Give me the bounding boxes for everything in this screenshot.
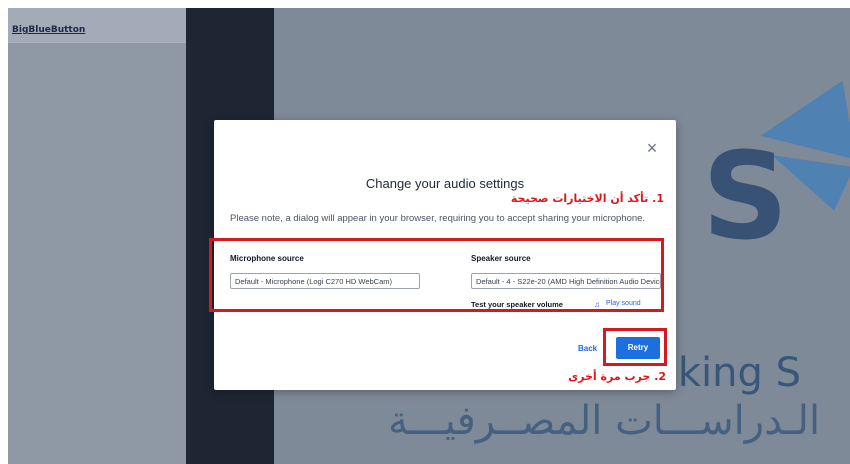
app-logo-link[interactable]: BigBlueButton bbox=[12, 25, 85, 35]
speaker-select[interactable]: Default - 4 - S22e-20 (AMD High Definiti… bbox=[471, 273, 661, 289]
test-speaker-label: Test your speaker volume bbox=[471, 300, 563, 309]
annotation-step-2: 2. جرب مرة أخرى bbox=[568, 370, 666, 383]
microphone-label: Microphone source bbox=[230, 254, 304, 263]
microphone-select[interactable]: Default - Microphone (Logi C270 HD WebCa… bbox=[230, 273, 420, 289]
close-icon[interactable]: × bbox=[642, 138, 662, 158]
dialog-title: Change your audio settings bbox=[365, 176, 525, 191]
annotation-step-1: 1. تأكد أن الاختيارات صحيحة bbox=[510, 192, 664, 205]
play-sound-button[interactable]: Play sound bbox=[606, 300, 641, 307]
annotation-highlight-retry bbox=[603, 328, 667, 366]
dialog-note: Please note, a dialog will appear in you… bbox=[230, 213, 646, 224]
watermark-arabic: الـدراســـات المصــرفيـــة bbox=[388, 398, 821, 444]
back-button[interactable]: Back bbox=[578, 344, 597, 353]
speaker-icon[interactable]: ♫ bbox=[594, 300, 600, 309]
logo-letter: S bbox=[702, 128, 789, 267]
sidebar: BigBlueButton bbox=[8, 8, 186, 464]
audio-settings-dialog: × Change your audio settings 1. تأكد أن … bbox=[209, 120, 676, 390]
speaker-label: Speaker source bbox=[471, 254, 531, 263]
